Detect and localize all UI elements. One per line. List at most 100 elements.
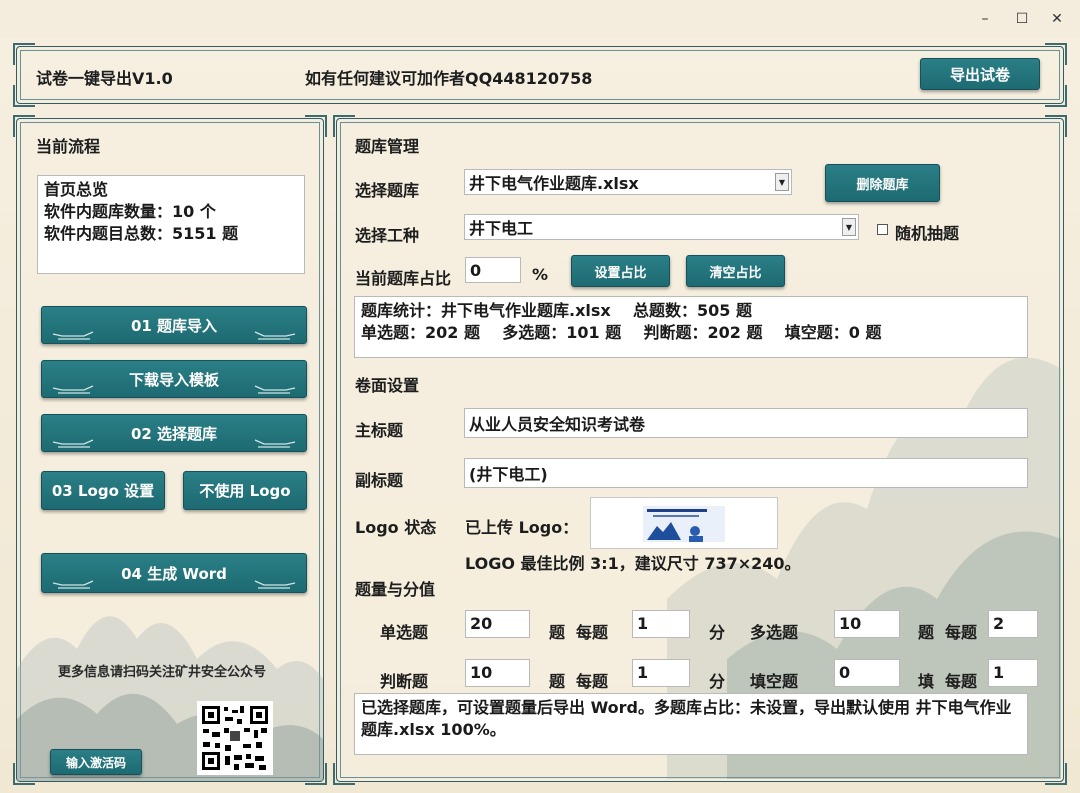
generate-button-label: 04 生成 Word xyxy=(121,564,227,583)
chevron-down-icon: ▼ xyxy=(842,218,856,236)
select-job-value: 井下电工 xyxy=(469,219,534,238)
select-job-label: 选择工种 xyxy=(355,226,420,245)
judge-each: 每题 xyxy=(576,672,609,691)
no-logo-button-label: 不使用 Logo xyxy=(199,482,291,500)
boat-decoration-icon xyxy=(254,439,296,448)
select-bank-label: 选择题库 xyxy=(355,181,420,200)
main-title-input[interactable]: 从业人员安全知识考试卷 xyxy=(464,408,1028,438)
multi-score-value: 2 xyxy=(993,614,1005,633)
activation-button-label: 输入激活码 xyxy=(65,755,126,770)
overview-line: 软件内题库数量：10 个 xyxy=(44,202,216,221)
logo-uploaded-text: 已上传 Logo： xyxy=(465,518,579,537)
delete-button-label: 删除题库 xyxy=(856,177,909,193)
main-title-value: 从业人员安全知识考试卷 xyxy=(469,415,646,434)
stats-line: 题库统计：井下电气作业题库.xlsx 总题数：505 题 xyxy=(361,301,752,320)
main-title-label: 主标题 xyxy=(355,421,404,440)
logo-hint: LOGO 最佳比例 3:1，建议尺寸 737×240。 xyxy=(465,554,801,573)
single-count-value: 20 xyxy=(470,614,493,633)
select-bank-dropdown[interactable]: 井下电气作业题库.xlsx ▼ xyxy=(464,169,792,195)
fill-count-input[interactable]: 0 xyxy=(834,659,900,687)
single-unit: 题 xyxy=(549,623,566,642)
chevron-down-icon: ▼ xyxy=(775,173,789,191)
ratio-input[interactable]: 0 xyxy=(465,257,521,283)
paper-section-title: 卷面设置 xyxy=(355,376,420,395)
status-message-box: 已选择题库，可设置题量后导出 Word。多题库占比：未设置，导出默认使用 井下电… xyxy=(354,693,1028,755)
delete-bank-button[interactable]: 删除题库 xyxy=(825,164,940,202)
close-button[interactable]: ✕ xyxy=(1040,0,1074,38)
logo-image-icon xyxy=(643,506,725,542)
maximize-icon: ☐ xyxy=(1015,11,1029,27)
sub-title-input[interactable]: (井下电工) xyxy=(464,458,1028,488)
overview-line: 首页总览 xyxy=(44,180,109,199)
ratio-value: 0 xyxy=(470,260,482,280)
window-titlebar xyxy=(0,0,1080,38)
select-job-dropdown[interactable]: 井下电工 ▼ xyxy=(464,214,859,240)
sidebar-title: 当前流程 xyxy=(36,137,101,156)
boat-decoration-icon xyxy=(254,385,296,394)
random-checkbox[interactable] xyxy=(877,224,888,235)
multi-count-value: 10 xyxy=(839,614,862,633)
judge-score-input[interactable]: 1 xyxy=(632,659,690,687)
boat-decoration-icon xyxy=(254,331,296,340)
minimize-icon: – xyxy=(981,11,989,27)
single-score-unit: 分 xyxy=(709,623,726,642)
stats-line: 单选题：202 题 多选题：101 题 判断题：202 题 填空题：0 题 xyxy=(361,323,882,342)
download-template-button[interactable]: 下载导入模板 xyxy=(41,360,307,398)
set-ratio-label: 设置占比 xyxy=(594,265,647,281)
judge-label: 判断题 xyxy=(380,672,429,691)
activation-code-button[interactable]: 输入激活码 xyxy=(50,749,142,775)
multi-count-input[interactable]: 10 xyxy=(834,610,900,638)
judge-score-unit: 分 xyxy=(709,672,726,691)
single-choice-label: 单选题 xyxy=(380,623,429,642)
overview-box: 首页总览 软件内题库数量：10 个 软件内题目总数：5151 题 xyxy=(37,175,305,274)
template-button-label: 下载导入模板 xyxy=(128,370,219,389)
landscape-decoration xyxy=(17,616,323,781)
app-title: 试卷一键导出V1.0 xyxy=(36,69,173,88)
fill-score-value: 1 xyxy=(993,663,1005,682)
judge-unit: 题 xyxy=(549,672,566,691)
import-button-label: 01 题库导入 xyxy=(130,316,218,335)
logo-status-label: Logo 状态 xyxy=(355,518,437,537)
boat-decoration-icon xyxy=(52,331,94,340)
maximize-button[interactable]: ☐ xyxy=(1005,0,1039,38)
single-count-input[interactable]: 20 xyxy=(465,610,530,638)
bank-section-title: 题库管理 xyxy=(355,137,420,156)
multi-score-input[interactable]: 2 xyxy=(988,610,1038,638)
boat-decoration-icon xyxy=(52,385,94,394)
random-label: 随机抽题 xyxy=(895,224,960,243)
set-ratio-button[interactable]: 设置占比 xyxy=(571,255,670,287)
fill-count-value: 0 xyxy=(839,663,851,682)
select-bank-button-label: 02 选择题库 xyxy=(130,424,218,443)
select-bank-step-button[interactable]: 02 选择题库 xyxy=(41,414,307,452)
overview-line: 软件内题目总数：5151 题 xyxy=(44,224,239,243)
boat-decoration-icon xyxy=(52,580,94,589)
clear-ratio-button[interactable]: 清空占比 xyxy=(686,255,785,287)
multi-choice-label: 多选题 xyxy=(750,623,799,642)
import-bank-button[interactable]: 01 题库导入 xyxy=(41,306,307,344)
judge-count-value: 10 xyxy=(470,663,493,682)
multi-each: 每题 xyxy=(945,623,978,642)
no-logo-button[interactable]: 不使用 Logo xyxy=(183,471,307,510)
generate-word-button[interactable]: 04 生成 Word xyxy=(41,553,307,593)
logo-button-label: 03 Logo 设置 xyxy=(51,482,155,500)
ratio-label: 当前题库占比 xyxy=(355,269,452,288)
boat-decoration-icon xyxy=(52,439,94,448)
fill-unit: 填 xyxy=(918,672,935,691)
sub-title-value: (井下电工) xyxy=(469,465,548,484)
single-score-input[interactable]: 1 xyxy=(632,610,690,638)
minimize-button[interactable]: – xyxy=(968,0,1002,38)
qr-caption: 更多信息请扫码关注矿井安全公众号 xyxy=(58,665,267,680)
logo-preview xyxy=(590,497,778,549)
multi-unit: 题 xyxy=(918,623,935,642)
single-each: 每题 xyxy=(576,623,609,642)
logo-settings-button[interactable]: 03 Logo 设置 xyxy=(41,471,165,510)
boat-decoration-icon xyxy=(254,580,296,589)
judge-score-value: 1 xyxy=(637,663,649,682)
close-icon: ✕ xyxy=(1051,11,1063,27)
fill-score-input[interactable]: 1 xyxy=(988,659,1038,687)
judge-count-input[interactable]: 10 xyxy=(465,659,530,687)
fill-blank-label: 填空题 xyxy=(750,672,799,691)
select-bank-value: 井下电气作业题库.xlsx xyxy=(469,174,639,193)
export-paper-button[interactable]: 导出试卷 xyxy=(920,58,1040,90)
ratio-unit: % xyxy=(532,265,549,284)
